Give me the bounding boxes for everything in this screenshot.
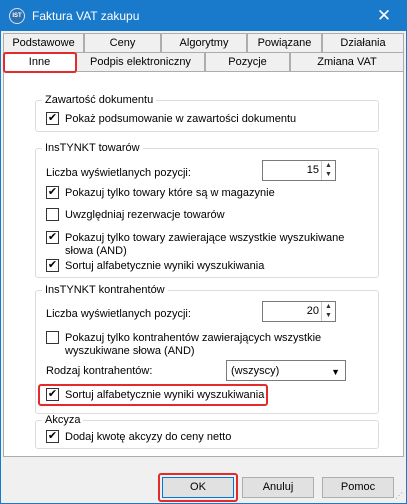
towary-all-words-checkbox[interactable]: ✔ [46,231,59,244]
kontrahenci-type-label: Rodzaj kontrahentów: [46,365,153,377]
kontrahenci-type-value: (wszyscy) [231,365,280,377]
towary-count-label: Liczba wyświetlanych pozycji: [46,167,191,179]
spinner-arrows-icon[interactable]: ▲ ▼ [321,161,335,180]
title-bar: IST Faktura VAT zakupu ✕ [1,1,406,31]
tab-zmiana-vat[interactable]: Zmiana VAT [290,52,404,71]
tab-pozycje[interactable]: Pozycje [205,52,290,71]
show-summary-checkbox[interactable]: ✔ [46,112,59,125]
towary-sort-label: Sortuj alfabetycznie wyniki wyszukiwania [65,260,265,272]
kontrahenci-count-spinner[interactable]: 20 ▲ ▼ [262,301,336,322]
tab-podpis-elektroniczny[interactable]: Podpis elektroniczny [76,52,205,71]
tab-powiazane[interactable]: Powiązane [247,33,322,52]
towary-count-value: 15 [306,164,319,176]
dialog-window: IST Faktura VAT zakupu ✕ Podstawowe Ceny… [0,0,407,504]
cancel-button[interactable]: Anuluj [242,477,314,498]
include-reservations-label: Uwzględniaj rezerwacje towarów [65,209,225,221]
group-legend: Akcyza [45,414,81,426]
close-icon[interactable]: ✕ [362,1,406,31]
kontrahenci-all-words-label: Pokazuj tylko kontrahentów zawierających… [65,332,322,357]
towary-count-spinner[interactable]: 15 ▲ ▼ [262,160,336,181]
towary-sort-checkbox[interactable]: ✔ [46,259,59,272]
chevron-down-icon: ▼ [331,367,340,377]
highlight-tab-inne [3,52,77,73]
include-reservations-checkbox[interactable] [46,208,59,221]
group-legend: InsTYNKT towarów [45,142,140,154]
add-excise-checkbox[interactable]: ✔ [46,430,59,443]
show-summary-label: Pokaż podsumowanie w zawartości dokument… [65,113,297,125]
kontrahenci-count-value: 20 [306,305,319,317]
spinner-arrows-icon[interactable]: ▲ ▼ [321,302,335,321]
highlight-ok-button [158,473,238,502]
tab-row-top: Podstawowe Ceny Algorytmy Powiązane Dzia… [3,33,404,52]
app-logo-icon: IST [9,8,25,24]
highlight-kontrahenci-sort [38,384,268,406]
towary-all-words-label: Pokazuj tylko towary zawierające wszystk… [65,232,345,257]
tab-algorytmy[interactable]: Algorytmy [161,33,247,52]
group-legend: Zawartość dokumentu [45,94,154,106]
tab-dzialania[interactable]: Działania [322,33,404,52]
kontrahenci-all-words-checkbox[interactable] [46,331,59,344]
tab-podstawowe[interactable]: Podstawowe [3,33,84,52]
resize-grip-icon[interactable]: ⋰ [395,491,403,500]
only-in-stock-checkbox[interactable]: ✔ [46,186,59,199]
group-legend: InsTYNKT kontrahentów [45,284,165,296]
window-title: Faktura VAT zakupu [32,9,140,23]
add-excise-label: Dodaj kwotę akcyzy do ceny netto [65,431,232,443]
kontrahenci-type-select[interactable]: (wszyscy) ▼ [226,360,346,381]
help-button[interactable]: Pomoc [322,477,394,498]
kontrahenci-count-label: Liczba wyświetlanych pozycji: [46,308,191,320]
only-in-stock-label: Pokazuj tylko towary które są w magazyni… [65,187,275,199]
tab-ceny[interactable]: Ceny [84,33,161,52]
